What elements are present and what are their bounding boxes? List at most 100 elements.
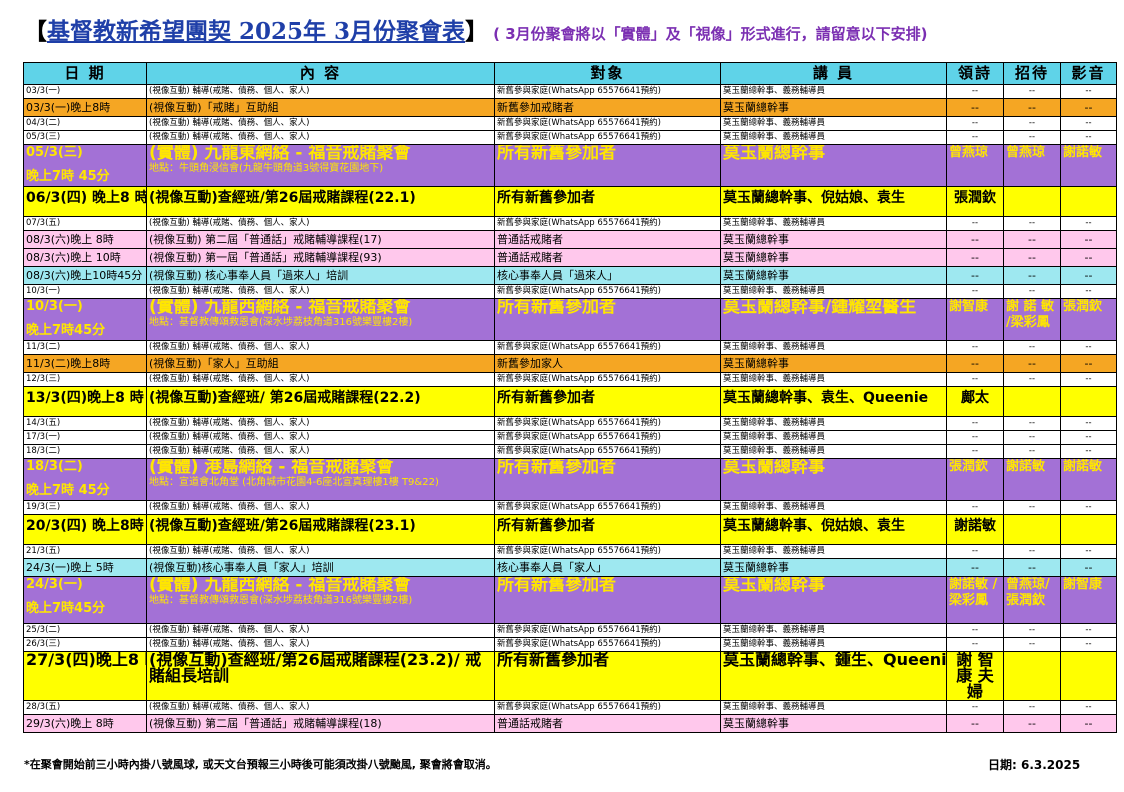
cell-speaker: 莫玉蘭總幹事、義務輔導員: [720, 284, 947, 299]
cell-date: 21/3(五): [23, 544, 147, 559]
table-row: 05/3(三) 晚上7時 45分 (實體) 九龍東網絡 - 福音戒賭聚會 地點：牛頭角…: [23, 144, 1117, 187]
cell-av: --: [1060, 700, 1117, 715]
content-text: (視像互動) 輔導(戒賭、債務、個人、家人): [149, 502, 310, 512]
time-text: 晚上7時 45分: [26, 169, 110, 184]
header-usher: 招待: [1003, 62, 1061, 85]
cell-speaker: 莫玉蘭總幹事: [720, 248, 947, 267]
cell-worship-lead: 鄺太: [946, 386, 1004, 417]
cell-worship-lead: --: [946, 430, 1004, 445]
table-row: 11/3(二) (視像互動) 輔導(戒賭、債務、個人、家人) 新舊參與家庭(What…: [23, 340, 1117, 355]
cell-worship-lead: --: [946, 700, 1004, 715]
cell-target: 新舊參與家庭(WhatsApp 65576641預約): [494, 416, 721, 431]
cell-content: (視像互動) 輔導(戒賭、債務、個人、家人): [146, 430, 495, 445]
content-text: (視像互動) 輔導(戒賭、債務、個人、家人): [149, 218, 310, 228]
header-worship-lead: 領詩: [946, 62, 1004, 85]
table-row: 21/3(五) (視像互動) 輔導(戒賭、債務、個人、家人) 新舊參與家庭(What…: [23, 544, 1117, 559]
cell-speaker: 莫玉蘭總幹事、義務輔導員: [720, 84, 947, 99]
cell-content: (實體) 九龍東網絡 - 福音戒賭聚會 地點：牛頭角浸信會(九龍牛頭角道3號得寶花…: [146, 144, 495, 187]
cell-speaker: 莫玉蘭總幹事、義務輔導員: [720, 637, 947, 652]
cell-date: 18/3(二) 晚上7時 45分: [23, 458, 147, 501]
cell-speaker: 莫玉蘭總幹事、義務輔導員: [720, 416, 947, 431]
title-bracket-open: 【: [24, 18, 47, 45]
table-row: 10/3(一) (視像互動) 輔導(戒賭、債務、個人、家人) 新舊參與家庭(What…: [23, 284, 1117, 299]
cell-content: (視像互動)「戒賭」互助組: [146, 98, 495, 117]
cell-target: 所有新舊參加者: [494, 144, 721, 187]
cell-usher: --: [1003, 98, 1061, 117]
cell-usher: --: [1003, 416, 1061, 431]
date-text: 08/3(六)晚上10時45分: [26, 269, 143, 282]
table-row: 27/3(四)晚上8 時(視像互動)查經班/第26屆戒賭課程(23.2)/ 戒賭…: [23, 651, 1117, 701]
content-text: (視像互動) 輔導(戒賭、債務、個人、家人): [149, 86, 310, 96]
date-text: 25/3(二): [26, 625, 61, 635]
cell-target: 所有新舊參加者: [494, 514, 721, 545]
cell-usher: [1003, 386, 1061, 417]
date-text: 19/3(三): [26, 502, 61, 512]
cell-usher: [1003, 651, 1061, 701]
table-row: 08/3(六)晚上10時45分 (視像互動) 核心事奉人員「過來人」培訓 核心事奉人…: [23, 266, 1117, 285]
title-bracket-close: 】: [465, 18, 489, 45]
cell-usher: --: [1003, 248, 1061, 267]
cell-content: (視像互動) 輔導(戒賭、債務、個人、家人): [146, 130, 495, 145]
cell-date: 25/3(二): [23, 623, 147, 638]
cell-target: 新舊參與家庭(WhatsApp 65576641預約): [494, 372, 721, 387]
time-text: 晚上7時 45分: [26, 483, 110, 498]
cell-date: 24/3(一)晚上 5時: [23, 558, 147, 577]
date-text: 21/3(五): [26, 546, 61, 556]
cell-av: --: [1060, 98, 1117, 117]
table-row: 20/3(四) 晚上8時 (視像互動)查經班/第26屆戒賭課程(23.1) 所有新舊…: [23, 514, 1117, 545]
cell-usher: --: [1003, 500, 1061, 515]
cell-target: 新舊參與家庭(WhatsApp 65576641預約): [494, 444, 721, 459]
cell-date: 10/3(一): [23, 284, 147, 299]
title-subtitle: ( 3月份聚會將以「實體」及「視像」形式進行，請留意以下安排): [493, 25, 928, 43]
cell-target: 新舊參與家庭(WhatsApp 65576641預約): [494, 623, 721, 638]
date-text: 27/3(四)晚上8 時: [26, 651, 146, 669]
cell-date: 07/3(五): [23, 216, 147, 231]
table-row: 08/3(六)晚上 8時 (視像互動) 第二屆「普通話」戒賭輔導課程(17) 普通話…: [23, 230, 1117, 249]
cell-target: 新舊參加家人: [494, 354, 721, 373]
date-text: 10/3(一): [26, 286, 61, 296]
date-text: 24/3(一): [26, 577, 83, 593]
cell-speaker: 莫玉蘭總幹事: [720, 230, 947, 249]
date-text: 11/3(二): [26, 342, 61, 352]
cell-worship-lead: 曾燕琼: [946, 144, 1004, 187]
table-row: 03/3(一) (視像互動) 輔導(戒賭、債務、個人、家人) 新舊參與家庭(What…: [23, 84, 1117, 99]
table-row: 07/3(五) (視像互動) 輔導(戒賭、債務、個人、家人) 新舊參與家庭(What…: [23, 216, 1117, 231]
cell-usher: --: [1003, 84, 1061, 99]
content-text: (實體) 九龍西網絡 - 福音戒賭聚會: [149, 576, 411, 595]
location-text: 地點：宣道會北角堂 (北角城市花園4-6座北宣真理樓1樓 T9&22): [149, 477, 439, 488]
cell-target: 所有新舊參加者: [494, 186, 721, 217]
cell-content: (實體) 港島網絡 - 福音戒賭聚會 地點：宣道會北角堂 (北角城市花園4-6座北…: [146, 458, 495, 501]
schedule-body: 03/3(一) (視像互動) 輔導(戒賭、債務、個人、家人) 新舊參與家庭(What…: [23, 84, 1117, 733]
table-row: 18/3(二) (視像互動) 輔導(戒賭、債務、個人、家人) 新舊參與家庭(What…: [23, 444, 1117, 459]
cell-content: (視像互動) 第二屆「普通話」戒賭輔導課程(17): [146, 230, 495, 249]
cell-av: --: [1060, 714, 1117, 733]
cell-content: (視像互動) 輔導(戒賭、債務、個人、家人): [146, 444, 495, 459]
date-text: 06/3(四) 晚上8 時: [26, 190, 147, 206]
cell-target: 新舊參與家庭(WhatsApp 65576641預約): [494, 637, 721, 652]
cell-worship-lead: --: [946, 340, 1004, 355]
date-text: 04/3(二): [26, 118, 61, 128]
cell-av: --: [1060, 416, 1117, 431]
cell-worship-lead: --: [946, 284, 1004, 299]
cell-av: --: [1060, 340, 1117, 355]
date-text: 03/3(一)晚上8時: [26, 101, 111, 114]
cell-content: (視像互動)查經班/第26屆戒賭課程(22.1): [146, 186, 495, 217]
cell-usher: --: [1003, 714, 1061, 733]
content-text: (視像互動) 第二屆「普通話」戒賭輔導課程(17): [149, 233, 382, 246]
cell-av: --: [1060, 216, 1117, 231]
cell-av: --: [1060, 354, 1117, 373]
cell-worship-lead: --: [946, 544, 1004, 559]
location-text: 地點：基督教傳頌救恩會(深水埗荔枝角道316號樂豐樓2樓): [149, 317, 413, 328]
content-text: (視像互動)「家人」互助組: [149, 357, 279, 370]
content-text: (視像互動)查經班/ 第26屆戒賭課程(22.2): [149, 390, 421, 406]
date-text: 18/3(二): [26, 459, 83, 475]
cell-speaker: 莫玉蘭總幹事: [720, 714, 947, 733]
cell-usher: --: [1003, 266, 1061, 285]
cell-target: 普通話戒賭者: [494, 248, 721, 267]
content-text: (視像互動) 輔導(戒賭、債務、個人、家人): [149, 446, 310, 456]
date-text: 28/3(五): [26, 702, 61, 712]
table-row: 05/3(三) (視像互動) 輔導(戒賭、債務、個人、家人) 新舊參與家庭(What…: [23, 130, 1117, 145]
content-text: (視像互動) 輔導(戒賭、債務、個人、家人): [149, 418, 310, 428]
cell-content: (實體) 九龍西網絡 - 福音戒賭聚會 地點：基督教傳頌救恩會(深水埗荔枝角道31…: [146, 298, 495, 341]
cell-content: (視像互動) 輔導(戒賭、債務、個人、家人): [146, 544, 495, 559]
